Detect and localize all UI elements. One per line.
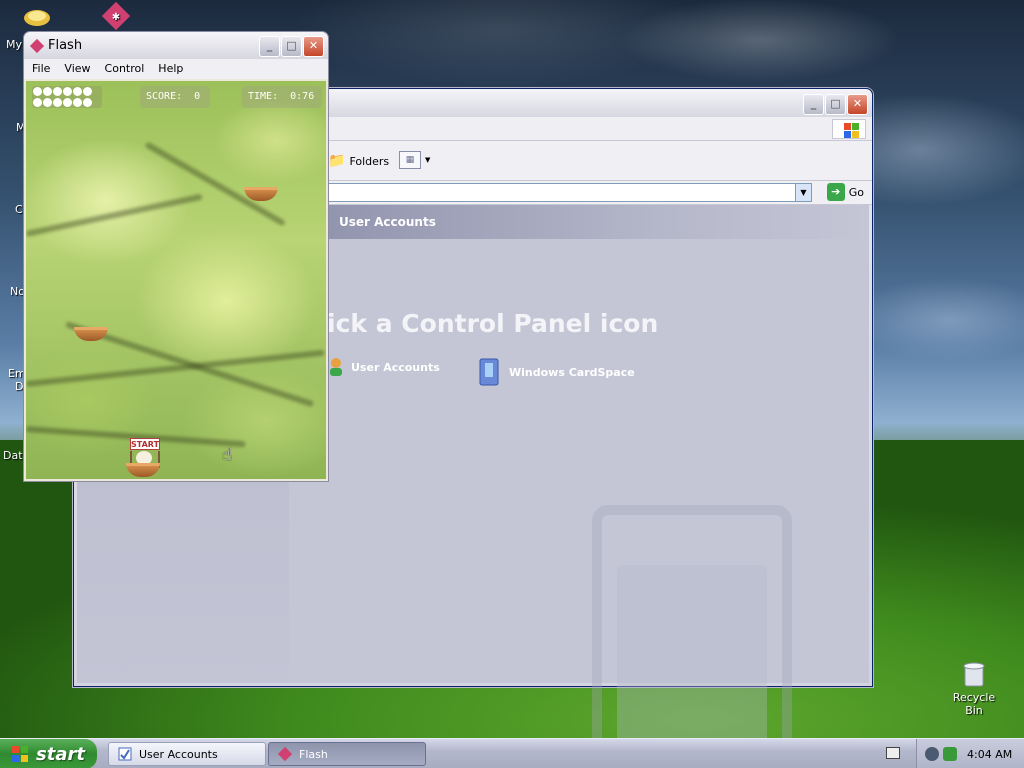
security-shield-icon[interactable] [925, 747, 939, 761]
cp-item-label: User Accounts [351, 360, 440, 374]
desktop-label-c: C [15, 203, 23, 216]
go-button[interactable]: ➔ Go [826, 183, 864, 201]
player-nest-icon[interactable] [126, 463, 160, 477]
egg-icon [73, 97, 82, 107]
recycle-bin-icon[interactable]: Recycle Bin [944, 660, 1004, 717]
recycle-bin-label: Recycle Bin [952, 691, 996, 717]
folders-label: Folders [349, 154, 390, 168]
time-display: TIME: 0:76 [242, 86, 322, 108]
taskbar-item-label: User Accounts [139, 747, 218, 761]
flash-titlebar[interactable]: Flash _ □ ✕ [24, 32, 328, 59]
pick-icon-heading: ick a Control Panel icon [327, 309, 659, 338]
flash-close-button[interactable]: ✕ [303, 36, 324, 57]
views-dropdown-icon: ▼ [425, 156, 431, 164]
tree-branch [144, 141, 287, 227]
views-grid-icon: ▦ [399, 151, 421, 169]
egg-icon [53, 97, 62, 107]
cp-item-windows-cardspace[interactable]: Windows CardSpace [477, 357, 635, 387]
recycle-bin-glyph-icon [963, 662, 985, 687]
flash-window[interactable]: Flash _ □ ✕ File View Control Help SCORE… [23, 31, 329, 482]
tree-branch [26, 193, 203, 237]
egg-icon [73, 87, 82, 96]
cp-close-button[interactable]: ✕ [847, 94, 868, 115]
time-label: TIME: [248, 91, 279, 102]
flash-minimize-button[interactable]: _ [259, 36, 280, 57]
cp-item-label: Windows CardSpace [509, 365, 635, 379]
egg-icon [83, 87, 92, 96]
score-display: SCORE: 0 [140, 86, 210, 108]
flash-window-title: Flash [48, 38, 83, 53]
folder-icon: 📁 [328, 153, 346, 169]
flash-shortcut-icon[interactable]: ✱ [100, 2, 132, 33]
cp-header-title: User Accounts [339, 215, 436, 229]
nest-icon [244, 187, 278, 201]
egg-icon [43, 97, 52, 107]
menu-control[interactable]: Control [105, 59, 145, 79]
hand-cursor-icon: ☝ [222, 445, 233, 465]
system-tray: 4:04 AM [916, 739, 1024, 768]
taskbar-item-flash[interactable]: Flash [268, 742, 426, 766]
taskbar-clock[interactable]: 4:04 AM [967, 748, 1012, 761]
flash-menubar: File View Control Help [24, 59, 328, 79]
menu-file[interactable]: File [32, 59, 50, 79]
flash-taskbar-icon [277, 746, 293, 762]
network-icon[interactable] [943, 747, 957, 761]
start-label: start [36, 743, 85, 765]
desktop-label-my: My [6, 38, 23, 51]
address-dropdown-icon[interactable]: ▼ [795, 184, 811, 201]
go-arrow-icon: ➔ [826, 183, 845, 201]
svg-text:✱: ✱ [112, 12, 120, 23]
time-value: 0:76 [290, 91, 315, 102]
egg-icon [33, 97, 42, 107]
menu-help[interactable]: Help [158, 59, 183, 79]
cp-minimize-button[interactable]: _ [803, 94, 824, 115]
documents-folder-icon [24, 10, 50, 26]
eggs-remaining-indicator [32, 86, 102, 108]
flash-maximize-button[interactable]: □ [281, 36, 302, 57]
start-button[interactable]: start [0, 739, 97, 768]
cp-header-strip: User Accounts [289, 205, 869, 239]
start-sign[interactable]: START [130, 438, 160, 450]
menu-view[interactable]: View [64, 59, 90, 79]
flash-diamond-icon: ✱ [101, 2, 131, 30]
egg-icon [63, 87, 72, 96]
egg-icon [53, 87, 62, 96]
control-panel-icon [118, 747, 132, 761]
flash-app-icon [29, 38, 45, 54]
egg-icon [83, 97, 92, 107]
windows-flag-icon [12, 746, 28, 762]
cp-item-user-accounts[interactable]: User Accounts [327, 357, 440, 377]
egg-icon [33, 87, 42, 96]
flash-game-stage[interactable]: SCORE: 0 TIME: 0:76 START ☝ [26, 81, 326, 479]
score-value: 0 [194, 91, 201, 102]
desktop-label-dat: Dat [3, 449, 23, 462]
checkmark-watermark-icon [592, 505, 792, 768]
egg-icon [43, 87, 52, 96]
taskbar-item-label: Flash [299, 747, 328, 761]
windows-logo-icon [832, 119, 866, 139]
cp-maximize-button[interactable]: □ [825, 94, 846, 115]
folders-button[interactable]: 📁 Folders [328, 153, 389, 169]
go-label: Go [848, 185, 864, 199]
views-button[interactable]: ▦ ▼ [399, 151, 430, 169]
score-label: SCORE: [146, 91, 183, 102]
keyboard-icon[interactable] [886, 747, 900, 759]
taskbar: start User Accounts Flash 4:04 AM [0, 738, 1024, 768]
egg-icon [63, 97, 72, 107]
taskbar-item-user-accounts[interactable]: User Accounts [108, 742, 266, 766]
cardspace-icon [479, 358, 499, 386]
my-documents-icon[interactable] [22, 4, 52, 31]
user-accounts-icon [330, 358, 342, 376]
tree-branch [26, 349, 325, 387]
